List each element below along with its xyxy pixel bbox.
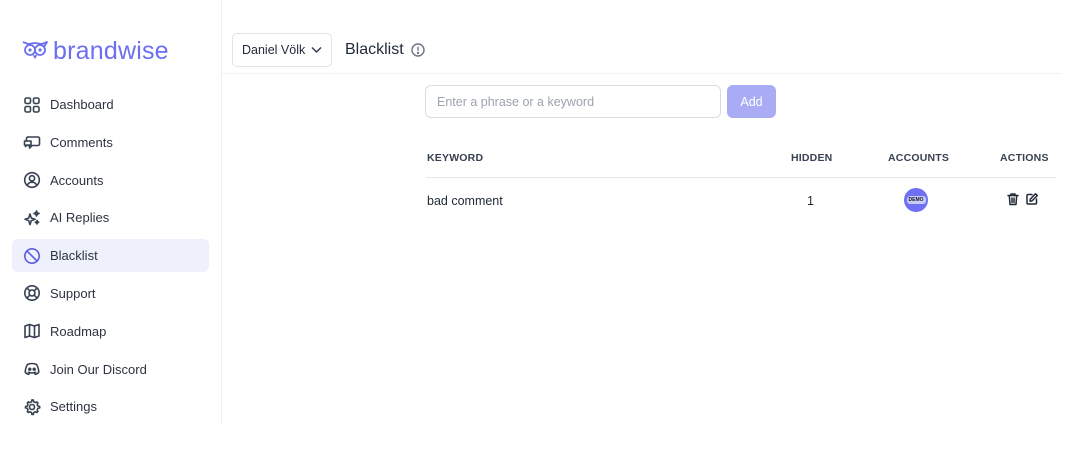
hidden-count-cell: 1: [807, 194, 814, 208]
user-select-dropdown[interactable]: Daniel Völk: [232, 33, 332, 67]
brand-name: brandwise: [53, 37, 169, 65]
sidebar-item-label: Comments: [50, 134, 113, 150]
page-title: Blacklist: [345, 41, 404, 58]
top-bar: Daniel Völk Blacklist: [222, 24, 1062, 74]
account-avatar-label: DEMO: [906, 196, 926, 204]
table-header: KEYWORD HIDDEN ACCOUNTS ACTIONS: [426, 150, 1056, 178]
dashboard-icon: [23, 96, 41, 114]
edit-icon[interactable]: [1025, 192, 1039, 206]
sidebar-item-label: Settings: [50, 399, 97, 415]
column-header-keyword[interactable]: KEYWORD: [427, 152, 483, 164]
ban-icon: [23, 247, 41, 265]
info-icon[interactable]: [411, 43, 425, 57]
trash-icon[interactable]: [1006, 192, 1020, 206]
user-circle-icon: [23, 171, 41, 189]
add-keyword-button[interactable]: Add: [727, 85, 776, 118]
sidebar-item-blacklist[interactable]: Blacklist: [12, 239, 209, 273]
sidebar-item-label: Blacklist: [50, 248, 98, 264]
sidebar-item-label: Roadmap: [50, 323, 107, 339]
sparkles-icon: [23, 209, 41, 227]
account-avatar[interactable]: DEMO: [904, 188, 928, 212]
sidebar-item-discord[interactable]: Join Our Discord: [12, 353, 209, 386]
brand-logo[interactable]: brandwise: [22, 36, 169, 66]
discord-icon: [23, 360, 41, 378]
comments-icon: [23, 133, 41, 151]
user-select-value: Daniel Völk: [242, 43, 306, 57]
keyword-input[interactable]: [425, 85, 721, 118]
sidebar-item-label: AI Replies: [50, 210, 110, 226]
sidebar-item-dashboard[interactable]: Dashboard: [12, 88, 209, 121]
column-header-actions: ACTIONS: [1000, 152, 1049, 164]
sidebar-item-support[interactable]: Support: [12, 277, 209, 310]
sidebar-item-comments[interactable]: Comments: [12, 126, 209, 159]
column-header-hidden[interactable]: HIDDEN: [791, 152, 832, 164]
gear-icon: [23, 398, 41, 416]
sidebar-item-settings[interactable]: Settings: [12, 390, 209, 423]
sidebar-item-label: Join Our Discord: [50, 361, 147, 377]
sidebar-item-label: Dashboard: [50, 97, 114, 112]
owl-logo-icon: [22, 39, 48, 64]
sidebar-item-label: Accounts: [50, 172, 104, 188]
map-icon: [23, 322, 41, 340]
sidebar-item-ai-replies[interactable]: AI Replies: [12, 201, 209, 234]
column-header-accounts[interactable]: ACCOUNTS: [888, 152, 949, 164]
table-row: bad comment 1 DEMO: [426, 180, 1056, 222]
keyword-cell: bad comment: [427, 194, 503, 208]
sidebar: brandwise Dashboard Comments Accounts AI…: [0, 0, 222, 424]
sidebar-item-roadmap[interactable]: Roadmap: [12, 315, 209, 348]
sidebar-item-label: Support: [50, 285, 96, 301]
sidebar-item-accounts[interactable]: Accounts: [12, 164, 209, 197]
lifebuoy-icon: [23, 284, 41, 302]
sidebar-nav: Dashboard Comments Accounts AI Replies B…: [12, 88, 209, 428]
